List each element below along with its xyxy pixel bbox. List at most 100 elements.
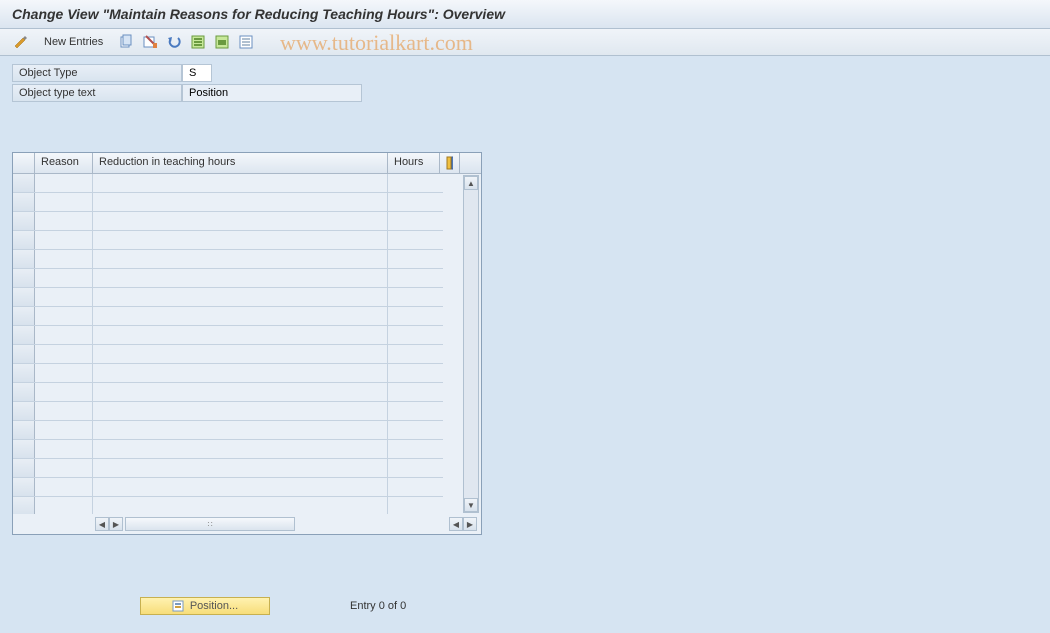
row-selector[interactable] (13, 345, 35, 363)
cell-reduction[interactable] (93, 440, 388, 458)
cell-hours[interactable] (388, 440, 440, 458)
toggle-display-change-icon[interactable] (12, 33, 30, 51)
cell-reduction[interactable] (93, 174, 388, 192)
scroll-right-inner-button[interactable]: ▶ (109, 517, 123, 531)
row-selector[interactable] (13, 231, 35, 249)
delete-icon[interactable] (141, 33, 159, 51)
cell-hours[interactable] (388, 478, 440, 496)
table-row[interactable] (13, 478, 443, 497)
row-selector[interactable] (13, 212, 35, 230)
header-selector-cell[interactable] (13, 153, 35, 173)
scroll-up-button[interactable]: ▲ (464, 176, 478, 190)
cell-hours[interactable] (388, 326, 440, 344)
table-row[interactable] (13, 250, 443, 269)
cell-reduction[interactable] (93, 269, 388, 287)
row-selector[interactable] (13, 421, 35, 439)
cell-reason[interactable] (35, 440, 93, 458)
cell-reduction[interactable] (93, 497, 388, 514)
row-selector[interactable] (13, 174, 35, 192)
cell-reduction[interactable] (93, 326, 388, 344)
cell-reduction[interactable] (93, 459, 388, 477)
cell-reduction[interactable] (93, 231, 388, 249)
new-entries-button[interactable]: New Entries (38, 34, 109, 50)
table-row[interactable] (13, 364, 443, 383)
cell-hours[interactable] (388, 364, 440, 382)
scroll-left-end-button[interactable]: ◀ (449, 517, 463, 531)
object-type-input[interactable]: S (182, 64, 212, 82)
cell-hours[interactable] (388, 402, 440, 420)
row-selector[interactable] (13, 440, 35, 458)
row-selector[interactable] (13, 383, 35, 401)
undo-change-icon[interactable] (165, 33, 183, 51)
cell-hours[interactable] (388, 459, 440, 477)
cell-reason[interactable] (35, 326, 93, 344)
table-row[interactable] (13, 497, 443, 514)
vertical-scrollbar[interactable]: ▲ ▼ (463, 175, 479, 513)
cell-reason[interactable] (35, 459, 93, 477)
cell-reason[interactable] (35, 478, 93, 496)
cell-hours[interactable] (388, 497, 440, 514)
cell-hours[interactable] (388, 174, 440, 192)
column-header-reduction[interactable]: Reduction in teaching hours (93, 153, 388, 173)
table-row[interactable] (13, 193, 443, 212)
cell-reduction[interactable] (93, 250, 388, 268)
cell-hours[interactable] (388, 269, 440, 287)
column-header-hours[interactable]: Hours (388, 153, 440, 173)
cell-reduction[interactable] (93, 345, 388, 363)
cell-reason[interactable] (35, 231, 93, 249)
cell-reduction[interactable] (93, 193, 388, 211)
cell-reason[interactable] (35, 193, 93, 211)
cell-reduction[interactable] (93, 383, 388, 401)
table-configure-icon[interactable] (440, 153, 460, 173)
table-row[interactable] (13, 212, 443, 231)
cell-hours[interactable] (388, 250, 440, 268)
table-row[interactable] (13, 307, 443, 326)
cell-reduction[interactable] (93, 212, 388, 230)
cell-reason[interactable] (35, 212, 93, 230)
cell-reason[interactable] (35, 250, 93, 268)
row-selector[interactable] (13, 364, 35, 382)
cell-hours[interactable] (388, 288, 440, 306)
table-row[interactable] (13, 174, 443, 193)
deselect-all-icon[interactable] (237, 33, 255, 51)
row-selector[interactable] (13, 250, 35, 268)
cell-reason[interactable] (35, 269, 93, 287)
row-selector[interactable] (13, 459, 35, 477)
select-all-icon[interactable] (189, 33, 207, 51)
table-row[interactable] (13, 345, 443, 364)
cell-reduction[interactable] (93, 402, 388, 420)
cell-reason[interactable] (35, 174, 93, 192)
cell-reason[interactable] (35, 288, 93, 306)
row-selector[interactable] (13, 478, 35, 496)
cell-reason[interactable] (35, 497, 93, 514)
table-row[interactable] (13, 269, 443, 288)
table-row[interactable] (13, 231, 443, 250)
position-button[interactable]: Position... (140, 597, 270, 615)
hscroll-thumb[interactable]: ∷ (126, 518, 294, 530)
cell-reduction[interactable] (93, 364, 388, 382)
cell-reason[interactable] (35, 307, 93, 325)
cell-reduction[interactable] (93, 421, 388, 439)
scroll-down-button[interactable]: ▼ (464, 498, 478, 512)
cell-reason[interactable] (35, 402, 93, 420)
row-selector[interactable] (13, 402, 35, 420)
table-row[interactable] (13, 421, 443, 440)
row-selector[interactable] (13, 307, 35, 325)
cell-reduction[interactable] (93, 307, 388, 325)
select-block-icon[interactable] (213, 33, 231, 51)
hscroll-track[interactable]: ∷ (125, 517, 295, 531)
copy-as-icon[interactable] (117, 33, 135, 51)
row-selector[interactable] (13, 193, 35, 211)
cell-reduction[interactable] (93, 478, 388, 496)
row-selector[interactable] (13, 326, 35, 344)
cell-reduction[interactable] (93, 288, 388, 306)
cell-hours[interactable] (388, 231, 440, 249)
scroll-right-end-button[interactable]: ▶ (463, 517, 477, 531)
cell-hours[interactable] (388, 307, 440, 325)
cell-reason[interactable] (35, 364, 93, 382)
cell-hours[interactable] (388, 193, 440, 211)
table-row[interactable] (13, 326, 443, 345)
cell-hours[interactable] (388, 212, 440, 230)
table-row[interactable] (13, 383, 443, 402)
row-selector[interactable] (13, 288, 35, 306)
